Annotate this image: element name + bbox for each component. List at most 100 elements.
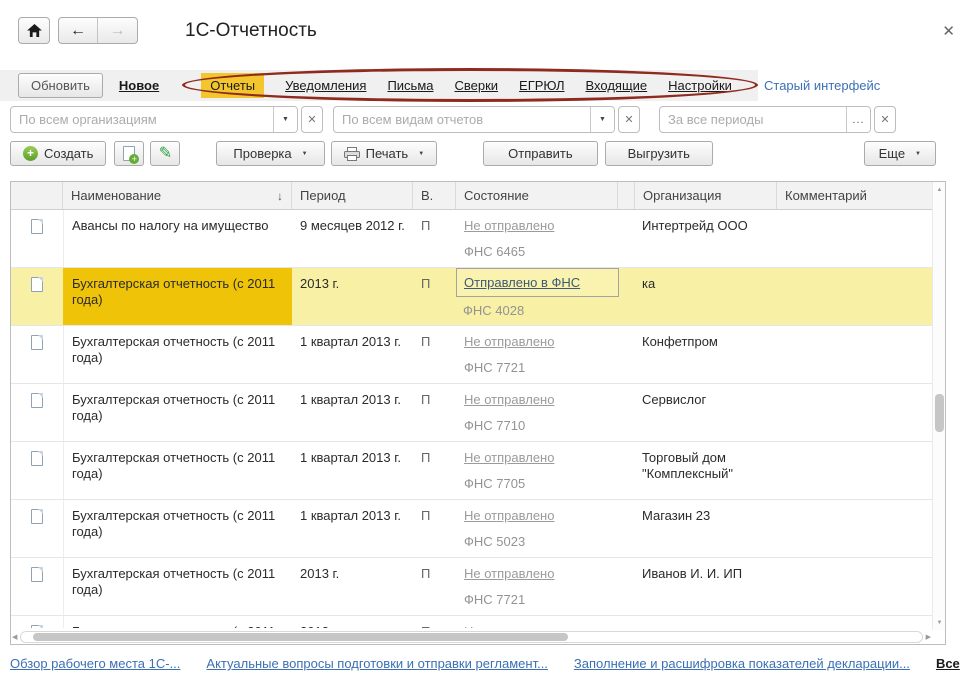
- plus-circle-icon: +: [23, 146, 38, 161]
- create-copy-button[interactable]: [114, 141, 144, 166]
- organization-cell: Конфетпром: [634, 326, 776, 383]
- home-button[interactable]: [18, 17, 50, 44]
- status-link[interactable]: Не отправлено: [464, 624, 554, 628]
- page-title: 1С-Отчетность: [185, 20, 317, 42]
- vertical-scrollbar-thumb[interactable]: [935, 394, 944, 432]
- report-name-cell: Бухгалтерская отчетность (с 2011 года): [63, 268, 292, 325]
- header-status-column[interactable]: Состояние: [456, 182, 618, 209]
- organization-filter-dropdown-button[interactable]: ▼: [273, 107, 297, 132]
- old-interface-link[interactable]: Старый интерфейс: [764, 78, 880, 93]
- report-type-filter-dropdown-button[interactable]: ▼: [590, 107, 614, 132]
- send-button[interactable]: Отправить: [483, 141, 597, 166]
- pencil-icon: ✎: [159, 147, 172, 161]
- period-filter-input[interactable]: [660, 107, 846, 132]
- table-body: Авансы по налогу на имущество 9 месяцев …: [11, 210, 932, 628]
- print-dropdown-button[interactable]: Печать ▼: [331, 141, 438, 166]
- header-comment-label: Комментарий: [785, 188, 867, 203]
- table-row[interactable]: Бухгалтерская отчетность (с 2011 года) 1…: [11, 384, 932, 442]
- reports-table: Наименование ↓ Период В. Состояние Орган…: [10, 181, 946, 645]
- table-row[interactable]: Бухгалтерская отчетность (с 2011 года) 1…: [11, 326, 932, 384]
- report-name-cell: Авансы по налогу на имущество: [63, 210, 292, 267]
- period-cell: 2013 г.: [292, 616, 413, 628]
- forward-icon: →: [110, 22, 126, 40]
- close-button[interactable]: ✕: [942, 22, 955, 40]
- header-period-column[interactable]: Период: [292, 182, 413, 209]
- organization-filter-clear-button[interactable]: ✕: [301, 106, 323, 133]
- back-button[interactable]: ←: [59, 18, 98, 43]
- fns-code: ФНС 5023: [464, 534, 610, 550]
- forward-button[interactable]: →: [98, 18, 137, 43]
- table-row[interactable]: Бухгалтерская отчетность (с 2011 года) 1…: [11, 442, 932, 500]
- status-link[interactable]: Не отправлено: [464, 334, 554, 349]
- tab-incoming[interactable]: Входящие: [586, 78, 648, 93]
- version-cell: П: [413, 384, 456, 441]
- horizontal-scrollbar[interactable]: ◀ ▶: [11, 630, 932, 644]
- tab-reports[interactable]: Отчеты: [201, 73, 264, 98]
- organization-cell: ка: [634, 268, 776, 325]
- header-v-column[interactable]: В.: [413, 182, 456, 209]
- tab-letters[interactable]: Письма: [387, 78, 433, 93]
- period-filter-ellipsis-button[interactable]: ...: [846, 107, 870, 132]
- more-dropdown-button[interactable]: Еще ▼: [864, 141, 936, 166]
- period-filter-clear-button[interactable]: ✕: [874, 106, 896, 133]
- focused-status-cell[interactable]: Отправлено в ФНС: [456, 268, 619, 297]
- table-row[interactable]: Бухгалтерская отчетность (с 2011 года) 1…: [11, 500, 932, 558]
- footer-link-topical-questions[interactable]: Актуальные вопросы подготовки и отправки…: [206, 656, 548, 671]
- report-type-filter-input[interactable]: [334, 107, 590, 132]
- table-row[interactable]: Авансы по налогу на имущество 9 месяцев …: [11, 210, 932, 268]
- status-link[interactable]: Не отправлено: [464, 450, 554, 465]
- version-cell: П: [413, 442, 456, 499]
- document-icon: [31, 567, 43, 582]
- new-link[interactable]: Новое: [119, 78, 159, 93]
- header-comment-column[interactable]: Комментарий: [777, 182, 935, 209]
- partial-row-clip: Бухгалтерская отчетность (с 2011 года) 2…: [11, 616, 932, 628]
- report-name-cell: Бухгалтерская отчетность (с 2011 года): [63, 500, 292, 557]
- header-icon-column[interactable]: [11, 182, 63, 209]
- status-link[interactable]: Не отправлено: [464, 392, 554, 407]
- scroll-up-icon[interactable]: ▲: [933, 187, 946, 193]
- edit-button[interactable]: ✎: [150, 141, 180, 166]
- create-button-label: Создать: [44, 146, 93, 161]
- tab-egrul[interactable]: ЕГРЮЛ: [519, 78, 564, 93]
- status-link[interactable]: Не отправлено: [464, 566, 554, 581]
- home-icon: [27, 24, 42, 37]
- comment-cell: [776, 326, 932, 383]
- tab-settings[interactable]: Настройки: [668, 78, 732, 93]
- footer-all-link[interactable]: Все: [936, 656, 960, 671]
- export-button-label: Выгрузить: [628, 146, 690, 161]
- tab-notifications[interactable]: Уведомления: [285, 78, 366, 93]
- footer-link-workspace-overview[interactable]: Обзор рабочего места 1С-...: [10, 656, 180, 671]
- check-dropdown-button[interactable]: Проверка ▼: [216, 141, 324, 166]
- table-row-partial[interactable]: Бухгалтерская отчетность (с 2011 года) 2…: [11, 616, 932, 628]
- document-icon: [31, 509, 43, 524]
- scroll-right-icon[interactable]: ▶: [925, 633, 932, 641]
- ellipsis-icon: ...: [852, 114, 864, 126]
- organization-cell: Магазин 23: [634, 500, 776, 557]
- export-button[interactable]: Выгрузить: [605, 141, 713, 166]
- tab-reconciliations[interactable]: Сверки: [454, 78, 498, 93]
- report-name-cell: Бухгалтерская отчетность (с 2011 года): [63, 558, 292, 615]
- scroll-down-icon[interactable]: ▼: [933, 620, 946, 626]
- refresh-button[interactable]: Обновить: [18, 73, 103, 98]
- scroll-left-icon[interactable]: ◀: [11, 633, 18, 641]
- horizontal-scrollbar-thumb[interactable]: [33, 633, 568, 641]
- chevron-down-icon: ▼: [599, 116, 606, 123]
- table-row[interactable]: Бухгалтерская отчетность (с 2011 года) 2…: [11, 558, 932, 616]
- header-name-column[interactable]: Наименование ↓: [63, 182, 292, 209]
- report-type-filter-clear-button[interactable]: ✕: [618, 106, 640, 133]
- action-bar: + Создать ✎ Проверка ▼ Печать ▼ Отправит…: [10, 141, 936, 166]
- status-link[interactable]: Не отправлено: [464, 218, 554, 233]
- status-link[interactable]: Отправлено в ФНС: [464, 275, 580, 291]
- footer-link-declaration-indicators[interactable]: Заполнение и расшифровка показателей дек…: [574, 656, 910, 671]
- more-button-label: Еще: [879, 146, 905, 161]
- create-button[interactable]: + Создать: [10, 141, 106, 166]
- comment-cell: [776, 384, 932, 441]
- version-cell: П: [413, 616, 456, 628]
- sort-descending-icon: ↓: [277, 189, 283, 203]
- status-link[interactable]: Не отправлено: [464, 508, 554, 523]
- table-row-selected[interactable]: Бухгалтерская отчетность (с 2011 года) 2…: [11, 268, 932, 326]
- organization-filter-input[interactable]: [11, 107, 273, 132]
- vertical-scrollbar[interactable]: ▲ ▼: [932, 182, 945, 630]
- document-icon: [31, 451, 43, 466]
- header-organization-column[interactable]: Организация: [635, 182, 777, 209]
